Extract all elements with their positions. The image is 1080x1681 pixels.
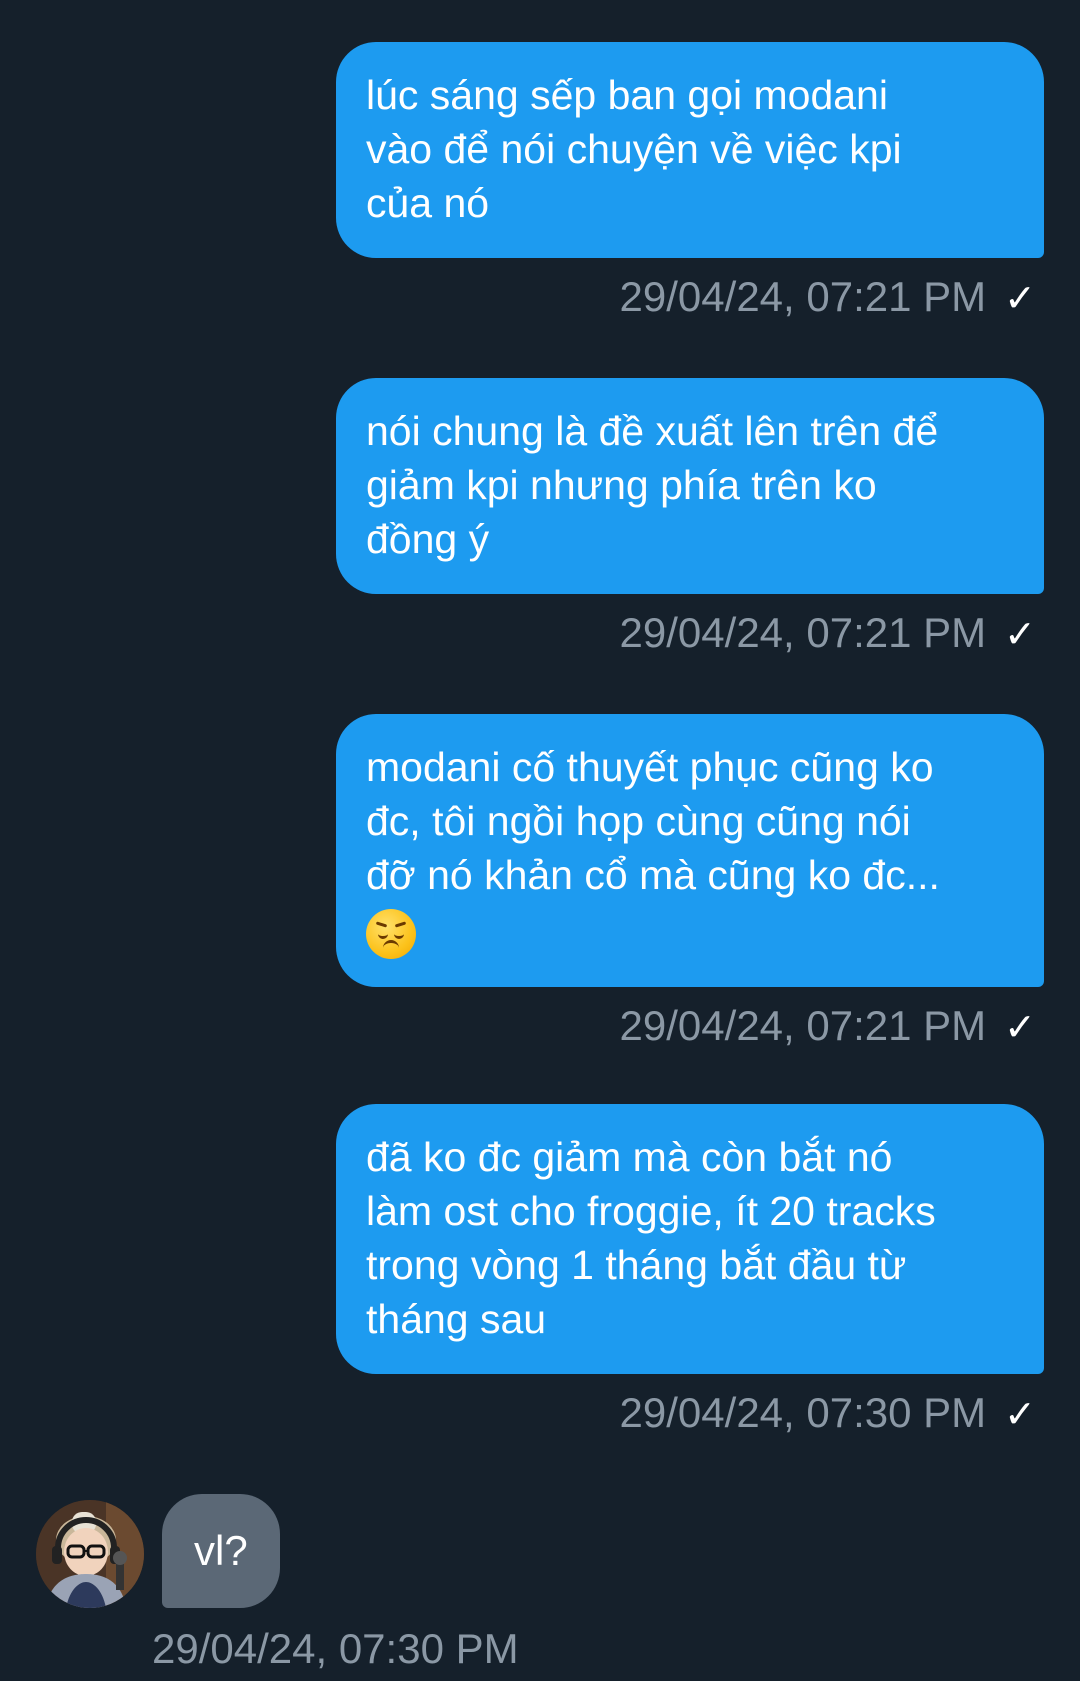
message-text: lúc sáng sếp ban gọi modani vào để nói c… <box>366 72 902 226</box>
sent-message[interactable]: lúc sáng sếp ban gọi modani vào để nói c… <box>336 42 1044 324</box>
single-check-icon: ✓ <box>1004 278 1036 320</box>
message-timestamp: 29/04/24, 07:30 PM <box>619 1389 987 1436</box>
single-check-icon: ✓ <box>1004 614 1036 656</box>
sent-message[interactable]: đã ko đc giảm mà còn bắt nó làm ost cho … <box>336 1104 1044 1440</box>
sent-message[interactable]: nói chung là đề xuất lên trên để giảm kp… <box>336 378 1044 660</box>
message-meta: 29/04/24, 07:21 PM ✓ <box>336 272 1044 324</box>
sent-message-bubble[interactable]: modani cố thuyết phục cũng ko đc, tôi ng… <box>336 714 1044 988</box>
sent-message-bubble[interactable]: nói chung là đề xuất lên trên để giảm kp… <box>336 378 1044 594</box>
message-meta: 29/04/24, 07:21 PM ✓ <box>336 608 1044 660</box>
message-meta: 29/04/24, 07:30 PM ✓ <box>336 1388 1044 1440</box>
single-check-icon: ✓ <box>1004 1007 1036 1050</box>
single-check-icon: ✓ <box>1004 1394 1036 1436</box>
message-meta: 29/04/24, 07:21 PM ✓ <box>336 1001 1044 1053</box>
avatar[interactable] <box>36 1500 144 1608</box>
sent-message-bubble[interactable]: đã ko đc giảm mà còn bắt nó làm ost cho … <box>336 1104 1044 1374</box>
message-text: vl? <box>194 1527 248 1574</box>
message-text: đã ko đc giảm mà còn bắt nó làm ost cho … <box>366 1134 936 1342</box>
received-message-bubble[interactable]: vl? <box>162 1494 280 1608</box>
sent-message[interactable]: modani cố thuyết phục cũng ko đc, tôi ng… <box>336 714 1044 1053</box>
disappointed-face-emoji <box>366 909 416 960</box>
message-timestamp: 29/04/24, 07:21 PM <box>619 273 987 320</box>
message-timestamp: 29/04/24, 07:21 PM <box>619 1002 987 1050</box>
user-avatar-photo <box>36 1500 144 1608</box>
message-text: modani cố thuyết phục cũng ko đc, tôi ng… <box>366 744 940 898</box>
message-text: nói chung là đề xuất lên trên để giảm kp… <box>366 408 939 562</box>
sent-message-bubble[interactable]: lúc sáng sếp ban gọi modani vào để nói c… <box>336 42 1044 258</box>
message-timestamp: 29/04/24, 07:21 PM <box>619 609 987 656</box>
message-timestamp: 29/04/24, 07:30 PM <box>152 1625 519 1672</box>
